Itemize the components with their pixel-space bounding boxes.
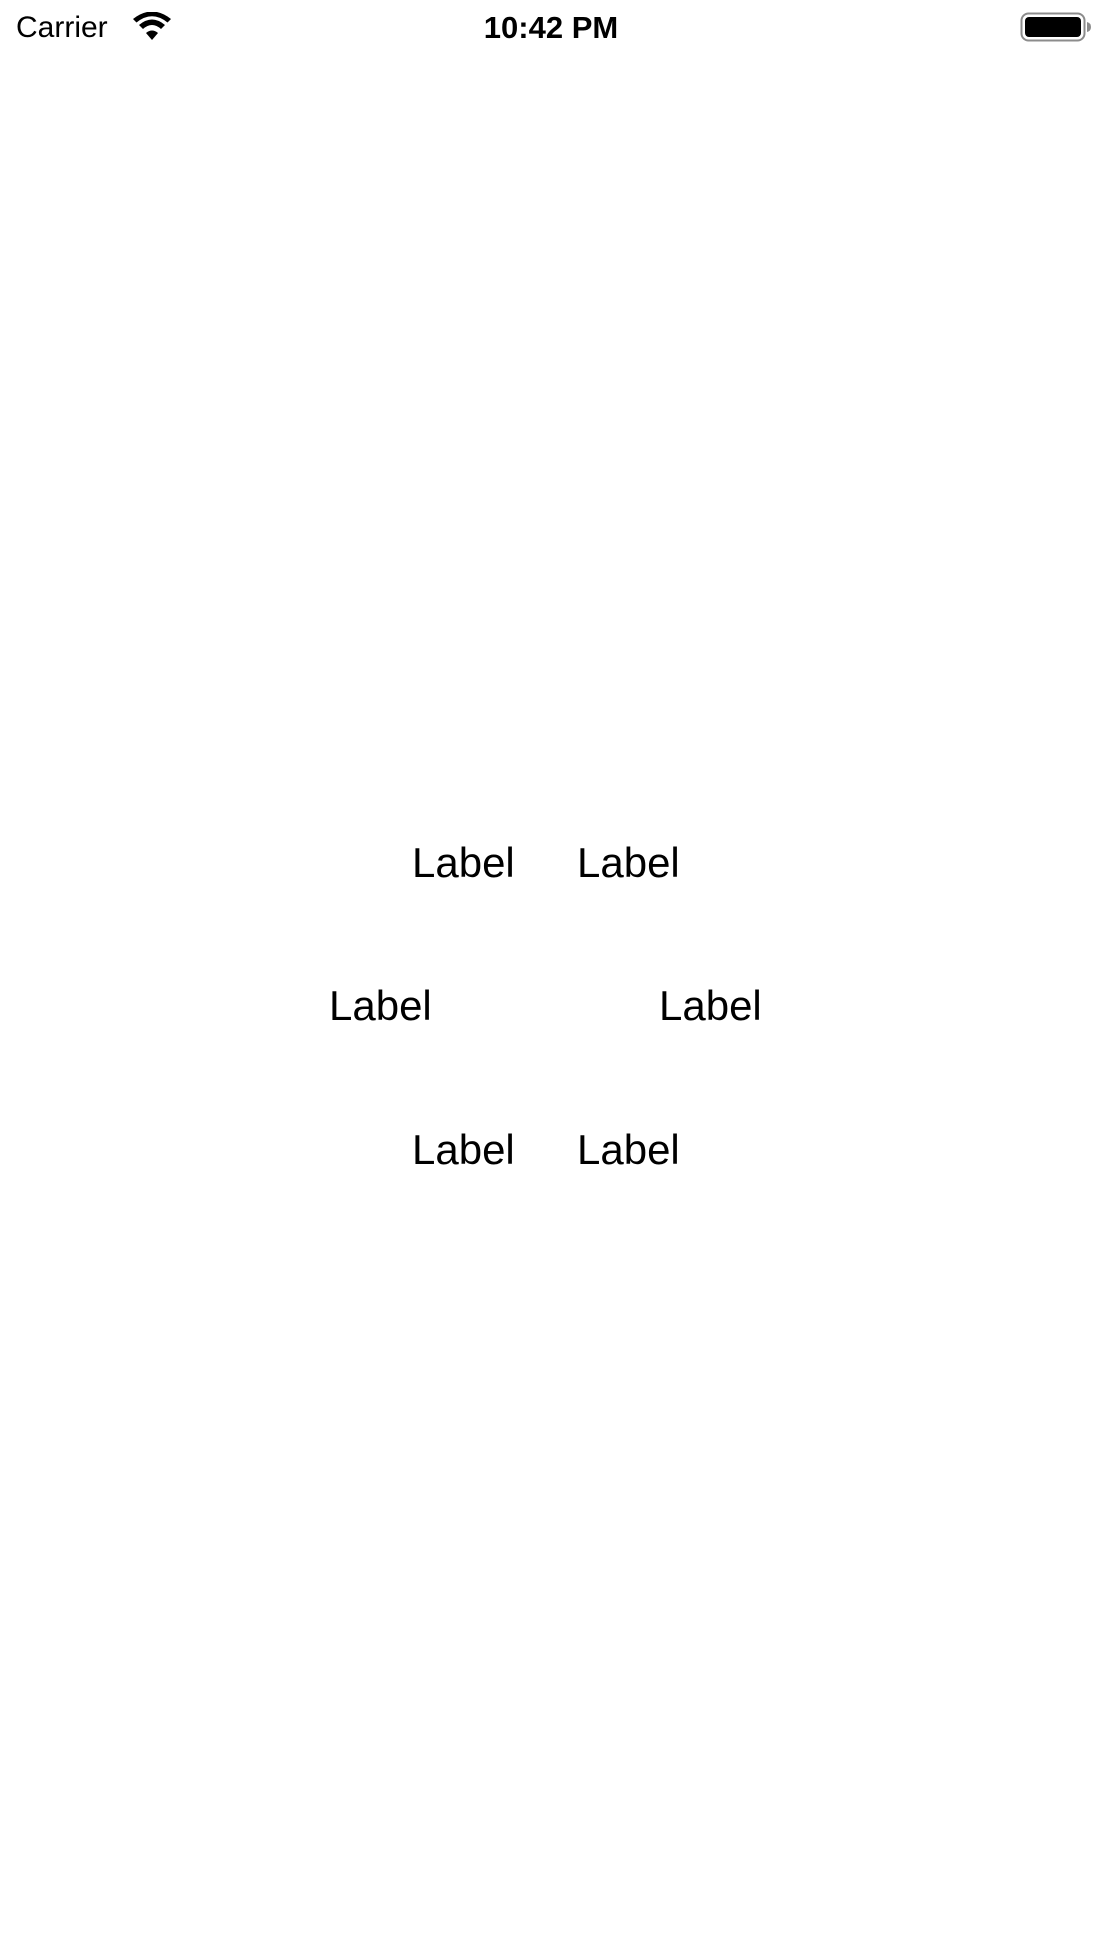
label-middle-left: Label	[329, 982, 432, 1029]
label-top-left: Label	[412, 839, 515, 886]
status-bar: Carrier 10:42 PM	[0, 0, 1102, 56]
label-middle-right: Label	[659, 982, 762, 1029]
label-bottom-right: Label	[577, 1126, 680, 1173]
status-time: 10:42 PM	[483, 10, 619, 45]
battery-icon	[1020, 12, 1092, 42]
label-bottom-left: Label	[412, 1126, 515, 1173]
label-top-right: Label	[577, 839, 680, 886]
